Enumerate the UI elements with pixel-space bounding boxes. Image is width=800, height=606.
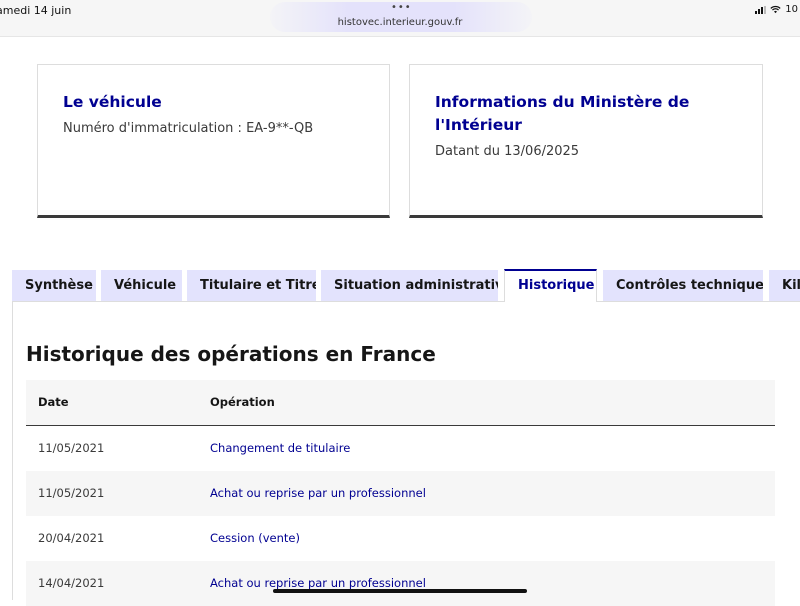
registration-number: Numéro d'immatriculation : EA-9**-QB — [63, 121, 314, 136]
tab-vehicule[interactable]: Véhicule — [101, 270, 182, 301]
status-time: amedi 14 juin — [0, 4, 72, 17]
table-row: 11/05/2021 Achat ou reprise par un profe… — [26, 471, 775, 516]
vehicle-card-title: Le véhicule — [63, 93, 162, 111]
home-indicator[interactable] — [273, 589, 527, 593]
table-row: 11/05/2021 Changement de titulaire — [26, 426, 775, 471]
row-date: 11/05/2021 — [38, 486, 105, 500]
status-indicators: 10 — [755, 4, 798, 15]
table-row: 20/04/2021 Cession (vente) — [26, 516, 775, 561]
row-operation: Changement de titulaire — [210, 441, 351, 455]
ministry-card: Informations du Ministère de l'Intérieur… — [409, 64, 763, 218]
signal-icon — [755, 5, 767, 14]
data-date: Datant du 13/06/2025 — [435, 144, 580, 159]
column-date: Date — [38, 395, 69, 409]
row-operation: Cession (vente) — [210, 531, 300, 545]
table-header: Date Opération — [26, 380, 775, 426]
more-dots-icon[interactable]: ••• — [391, 2, 412, 13]
url-text[interactable]: histovec.interieur.gouv.fr — [0, 17, 800, 28]
tab-synthese[interactable]: Synthèse — [12, 270, 96, 301]
history-title: Historique des opérations en France — [26, 342, 436, 366]
row-operation: Achat ou reprise par un professionnel — [210, 486, 426, 500]
table-row: 14/04/2021 Achat ou reprise par un profe… — [26, 561, 775, 606]
column-operation: Opération — [210, 395, 275, 409]
ministry-card-title: Informations du Ministère de l'Intérieur — [435, 93, 690, 134]
tab-situation-administrative[interactable]: Situation administrative — [321, 270, 498, 301]
wifi-icon — [770, 5, 781, 14]
vehicle-card: Le véhicule Numéro d'immatriculation : E… — [37, 64, 390, 218]
tab-kilometrage[interactable]: Kilométrage — [769, 270, 800, 301]
row-date: 11/05/2021 — [38, 441, 105, 455]
status-bar: amedi 14 juin ••• histovec.interieur.gou… — [0, 0, 800, 37]
tab-historique[interactable]: Historique — [504, 269, 597, 302]
row-date: 20/04/2021 — [38, 531, 105, 545]
tab-titulaire[interactable]: Titulaire et Titre — [187, 270, 316, 301]
row-operation: Achat ou reprise par un professionnel — [210, 576, 426, 590]
row-date: 14/04/2021 — [38, 576, 105, 590]
battery-level: 10 — [785, 4, 798, 15]
tab-controles-techniques[interactable]: Contrôles techniques — [603, 270, 763, 301]
